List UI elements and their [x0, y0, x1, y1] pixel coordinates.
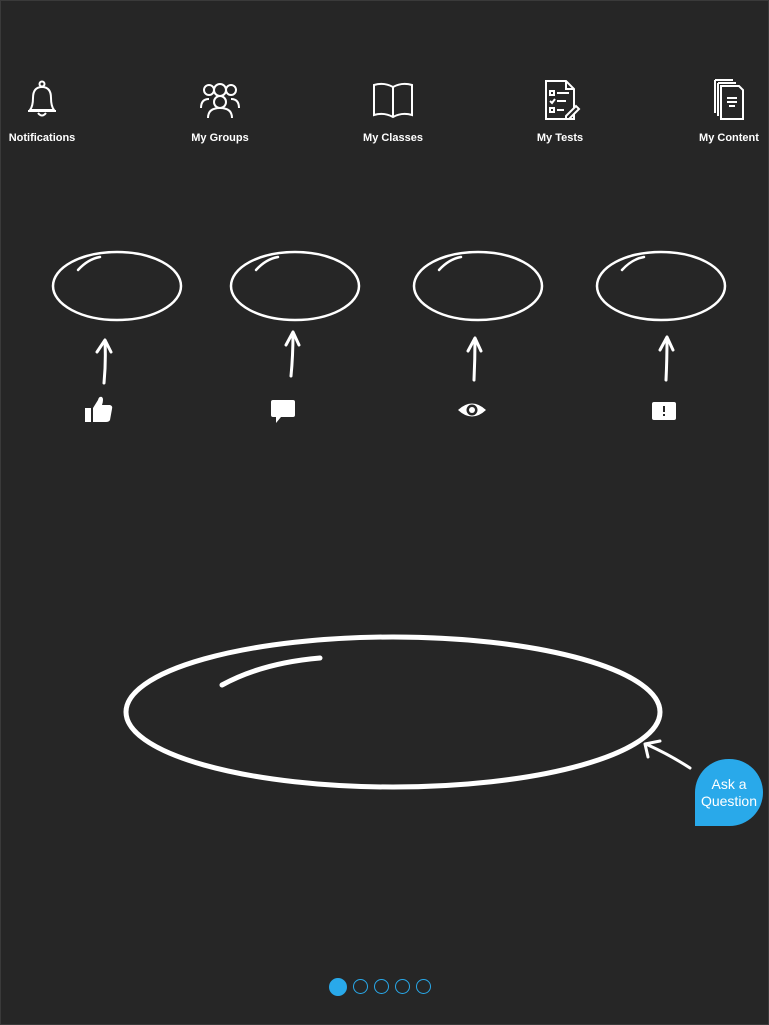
bell-icon — [28, 80, 56, 117]
ask-question-line2: Question — [700, 792, 758, 809]
nav-my-content[interactable]: My Content — [674, 78, 769, 148]
nav-notifications[interactable]: Notifications — [0, 78, 97, 148]
nav-notifications-label: Notifications — [8, 132, 76, 144]
nav-my-groups[interactable]: My Groups — [165, 78, 275, 148]
page-dot-1[interactable] — [329, 978, 347, 996]
ask-question-line1: Ask a — [711, 775, 747, 792]
screen-frame — [0, 0, 769, 1025]
comment-icon[interactable] — [268, 396, 298, 426]
nav-my-content-label: My Content — [699, 132, 759, 144]
eye-icon[interactable] — [457, 395, 487, 425]
page-dot-5[interactable] — [416, 979, 431, 994]
group-icon — [200, 83, 240, 119]
documents-icon — [714, 79, 744, 120]
thumbs-up-icon[interactable] — [84, 394, 114, 424]
page-dot-4[interactable] — [395, 979, 410, 994]
page-dot-2[interactable] — [353, 979, 368, 994]
report-icon[interactable] — [649, 396, 679, 426]
open-book-icon — [373, 82, 413, 119]
nav-my-tests[interactable]: My Tests — [505, 78, 615, 148]
nav-my-classes[interactable]: My Classes — [338, 78, 448, 148]
ask-question-button[interactable]: Ask a Question — [695, 759, 763, 826]
page-dot-3[interactable] — [374, 979, 389, 994]
checklist-icon — [545, 80, 581, 120]
nav-my-tests-label: My Tests — [536, 132, 584, 144]
nav-my-classes-label: My Classes — [363, 132, 423, 144]
nav-my-groups-label: My Groups — [191, 132, 249, 144]
page-indicator — [329, 978, 431, 996]
